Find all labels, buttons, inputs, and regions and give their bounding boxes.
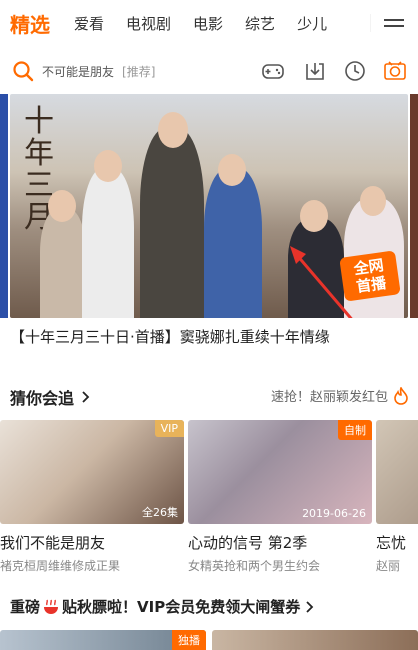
video-title: 忘忧	[376, 534, 407, 552]
next-row-preview: 独播	[0, 630, 418, 650]
chevron-right-icon	[82, 391, 90, 403]
history-button[interactable]	[342, 58, 368, 84]
hero-banner[interactable]: 十年三月 全网 首播	[0, 94, 418, 318]
vip-promo-link[interactable]: 重磅 贴秋膘啦！VIP会员免费领大闸蟹券	[10, 596, 314, 617]
menu-icon	[384, 15, 404, 31]
hot-pot-icon	[44, 599, 59, 614]
vip-promo-prefix: 重磅	[10, 598, 41, 616]
video-card[interactable]: VIP 全26集 我们不能是朋友 褚克桓周维维修成正果	[0, 420, 184, 574]
fire-icon	[394, 386, 408, 405]
recommend-list: VIP 全26集 我们不能是朋友 褚克桓周维维修成正果 自制 2019-06-2…	[0, 420, 418, 580]
video-thumbnail[interactable]: VIP 全26集	[0, 420, 184, 524]
chevron-right-icon	[306, 600, 314, 613]
search-icon	[13, 61, 34, 82]
video-card[interactable]: 忘忧 赵丽	[376, 420, 418, 574]
video-thumbnail[interactable]: 独播	[0, 630, 206, 650]
video-subtitle: 褚克桓周维维修成正果	[0, 559, 121, 573]
search-row: 不可能是朋友 [推荐]	[0, 52, 418, 90]
video-title: 我们不能是朋友	[0, 534, 106, 552]
tab-aikan[interactable]: 爱看	[74, 13, 104, 34]
video-thumbnail[interactable]	[376, 420, 418, 524]
promo-text: 速抢！赵丽颖发红包	[270, 390, 388, 405]
exclusive-badge: 独播	[172, 630, 206, 650]
vip-button[interactable]	[382, 58, 408, 84]
guess-section-title[interactable]: 猜你会追	[10, 385, 90, 409]
download-button[interactable]	[302, 58, 328, 84]
video-title: 心动的信号 第2季	[188, 534, 308, 552]
tab-variety[interactable]: 综艺	[245, 13, 275, 34]
guess-section-label: 猜你会追	[10, 389, 75, 408]
top-tab-bar: 精选 爱看 电视剧 电影 综艺 少儿	[0, 0, 418, 46]
channel-menu-button[interactable]	[368, 0, 418, 46]
search-input[interactable]: 不可能是朋友 [推荐]	[12, 56, 232, 86]
red-packet-promo[interactable]: 速抢！赵丽颖发红包	[271, 386, 408, 405]
episode-count: 全26集	[142, 506, 178, 519]
original-badge: 自制	[338, 420, 372, 440]
release-date: 2019-06-26	[302, 507, 366, 520]
banner-caption[interactable]: 【十年三月三十日·首播】窦骁娜扎重续十年情缘	[10, 326, 330, 347]
history-icon	[345, 61, 365, 81]
gamepad-icon	[262, 64, 284, 79]
vip-coin-icon	[384, 61, 406, 80]
arrow-annotation-icon	[290, 246, 353, 318]
video-thumbnail[interactable]	[212, 630, 418, 650]
video-subtitle: 女精英抢和两个男生约会	[188, 559, 321, 573]
search-suggestion: 不可能是朋友	[42, 64, 115, 79]
video-card[interactable]: 自制 2019-06-26 心动的信号 第2季 女精英抢和两个男生约会	[188, 420, 372, 574]
video-thumbnail[interactable]: 自制 2019-06-26	[188, 420, 372, 524]
tab-featured[interactable]: 精选	[10, 9, 50, 38]
tab-kids[interactable]: 少儿	[297, 13, 327, 34]
vip-badge: VIP	[154, 420, 184, 437]
tab-tv-series[interactable]: 电视剧	[126, 13, 171, 34]
vip-promo-text: 贴秋膘啦！VIP会员免费领大闸蟹券	[62, 598, 301, 616]
video-subtitle: 赵丽	[376, 559, 401, 573]
game-button[interactable]	[260, 58, 286, 84]
download-icon	[306, 63, 324, 80]
search-hint: [推荐]	[122, 64, 156, 79]
tab-movies[interactable]: 电影	[193, 13, 223, 34]
